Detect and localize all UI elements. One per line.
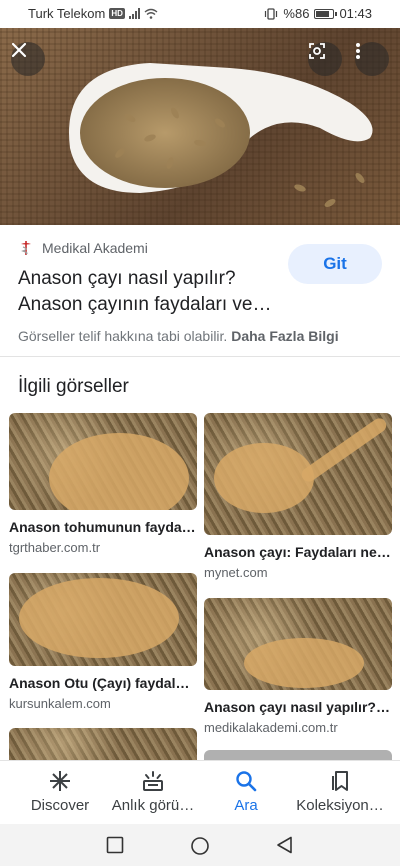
home-icon[interactable] [190,836,210,856]
nav-label: Ara [234,797,258,814]
updates-icon [143,771,163,791]
related-thumbnail [204,598,392,690]
related-title: Anason çayı nasıl yapılır?… [204,699,390,715]
collections-icon [332,771,348,791]
carrier-name: Turk Telekom [28,6,106,21]
close-icon [11,42,27,58]
result-title[interactable]: Anason çayı nasıl yapılır? Anason çayını… [18,266,288,318]
battery-icon [314,8,338,19]
related-thumbnail [204,413,392,535]
visit-button[interactable]: Git [288,244,382,284]
source-name: Medikal Akademi [42,240,148,256]
nav-label: Anlık görü… [111,797,195,814]
lens-button[interactable] [308,42,342,76]
battery-percent: %86 [283,6,310,21]
nav-collections[interactable]: Koleksiyon… [290,769,390,814]
preview-image[interactable] [0,28,400,225]
related-thumbnail [9,413,197,510]
related-image-card[interactable]: Anason çayı nasıl yapılır?… medikalakade… [204,598,392,735]
result-title-line2: Anason çayının faydaları ve… [18,294,272,315]
related-image-card[interactable]: Anason çayı: Faydaları ne… mynet.com [204,413,392,580]
related-domain: medikalakademi.com.tr [204,720,338,735]
divider [0,356,400,357]
vibrate-icon [265,7,278,20]
related-title: Anason çayı: Faydaları ne… [204,544,391,560]
nav-updates[interactable]: Anlık görü… [103,769,203,814]
asterisk-icon [50,771,70,791]
search-icon [236,771,257,792]
caduceus-icon [21,241,31,255]
lens-icon [309,43,325,59]
related-domain: mynet.com [204,565,268,580]
copyright-text: Görseller telif hakkına tabi olabilir. [18,328,228,344]
clock: 01:43 [339,6,372,21]
bottom-navigation: Discover Anlık görü… Ara Koleksiyon… [0,760,400,824]
more-vert-icon [356,43,360,59]
nav-search[interactable]: Ara [196,769,296,814]
related-title: Anason Otu (Çayı) faydal… [9,675,190,691]
close-button[interactable] [11,42,45,76]
related-title: Anason tohumunun fayda… [9,519,196,535]
source-row[interactable]: Medikal Akademi [18,240,148,256]
related-image-card[interactable]: Anason tohumunun fayda… tgrthaber.com.tr [9,413,197,555]
related-thumbnail-partial[interactable] [9,728,197,760]
nav-label: Discover [30,797,90,814]
back-icon[interactable] [276,836,294,854]
system-navigation-bar [0,824,400,866]
recent-apps-icon[interactable] [106,836,124,854]
signal-icon [128,8,140,19]
related-images-heading: İlgili görseller [18,376,129,397]
related-image-card[interactable]: Anason Otu (Çayı) faydal… kursunkalem.co… [9,573,197,711]
more-info-link[interactable]: Daha Fazla Bilgi [231,328,338,344]
related-domain: tgrthaber.com.tr [9,540,101,555]
related-domain: kursunkalem.com [9,696,111,711]
copyright-notice: Görseller telif hakkına tabi olabilir. D… [18,328,339,344]
related-thumbnail-partial[interactable] [204,750,392,760]
nav-label: Koleksiyon… [296,797,384,814]
result-title-line1: Anason çayı nasıl yapılır? [18,268,236,289]
related-thumbnail [9,573,197,666]
status-bar: Turk Telekom HD %86 01:43 [0,0,400,28]
nav-discover[interactable]: Discover [10,769,110,814]
more-options-button[interactable] [355,42,389,76]
wifi-icon [144,8,158,19]
hd-badge: HD [109,8,125,19]
